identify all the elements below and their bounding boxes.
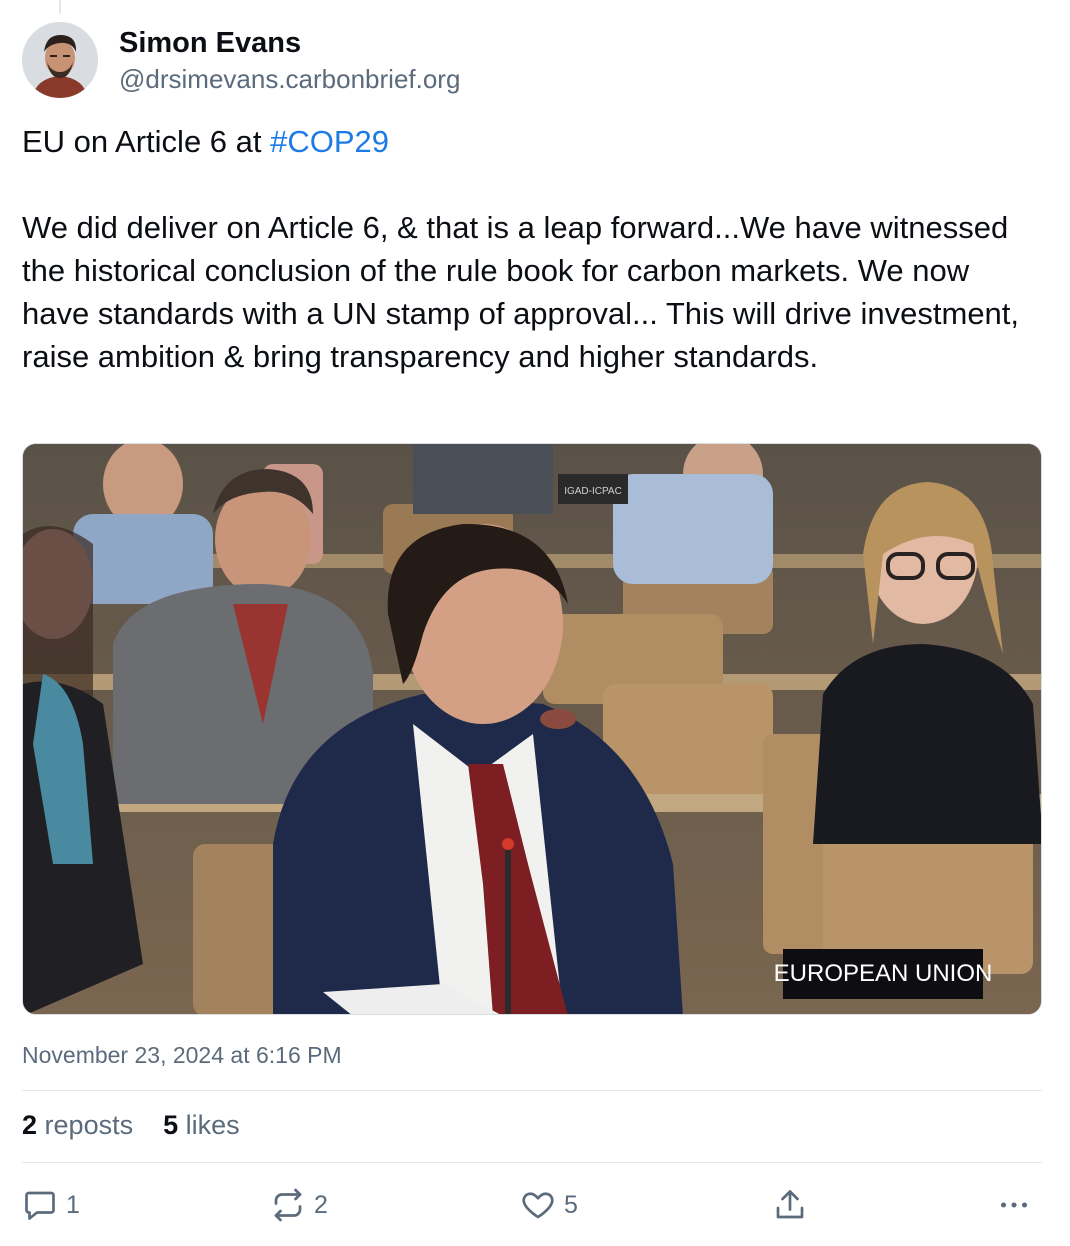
image-placard-text: IGAD-ICPAC xyxy=(564,486,622,497)
reply-button[interactable]: 1 xyxy=(22,1182,80,1228)
post-text: EU on Article 6 at #COP29 We did deliver… xyxy=(22,120,1042,378)
reposts-stat[interactable]: 2 reposts xyxy=(22,1110,133,1141)
repost-icon xyxy=(270,1187,306,1223)
post-body: We did deliver on Article 6, & that is a… xyxy=(22,210,1028,374)
thread-connector xyxy=(59,0,61,14)
action-bar: 1 2 5 xyxy=(22,1182,1042,1228)
author-display-name[interactable]: Simon Evans xyxy=(119,24,460,62)
like-count: 5 xyxy=(564,1190,578,1219)
reposts-label: reposts xyxy=(44,1110,134,1140)
post-header: Simon Evans @drsimevans.carbonbrief.org xyxy=(22,22,460,98)
likes-label: likes xyxy=(185,1110,240,1140)
reply-icon xyxy=(22,1187,58,1223)
more-options-button[interactable] xyxy=(996,1182,1032,1228)
divider xyxy=(22,1162,1042,1163)
share-icon xyxy=(772,1187,808,1223)
post-timestamp[interactable]: November 23, 2024 at 6:16 PM xyxy=(22,1042,342,1069)
like-button[interactable]: 5 xyxy=(520,1182,578,1228)
post-line-1: EU on Article 6 at #COP29 xyxy=(22,120,1042,163)
post-image[interactable]: EUROPEAN UNION IGAD-ICPAC xyxy=(22,443,1042,1015)
image-nameplate-text: EUROPEAN UNION xyxy=(774,960,993,987)
avatar[interactable] xyxy=(22,22,98,98)
author-handle[interactable]: @drsimevans.carbonbrief.org xyxy=(119,62,460,96)
heart-icon xyxy=(520,1187,556,1223)
reply-count: 1 xyxy=(66,1190,80,1219)
repost-count: 2 xyxy=(314,1190,328,1219)
reposts-count: 2 xyxy=(22,1110,38,1140)
repost-button[interactable]: 2 xyxy=(270,1182,328,1228)
more-icon xyxy=(996,1187,1032,1223)
share-button[interactable] xyxy=(772,1182,808,1228)
hashtag-link[interactable]: #COP29 xyxy=(270,124,389,159)
likes-stat[interactable]: 5 likes xyxy=(163,1110,240,1141)
post-intro: EU on Article 6 at xyxy=(22,124,271,159)
engagement-stats: 2 reposts 5 likes xyxy=(22,1110,240,1141)
likes-count: 5 xyxy=(163,1110,179,1140)
divider xyxy=(22,1090,1042,1091)
